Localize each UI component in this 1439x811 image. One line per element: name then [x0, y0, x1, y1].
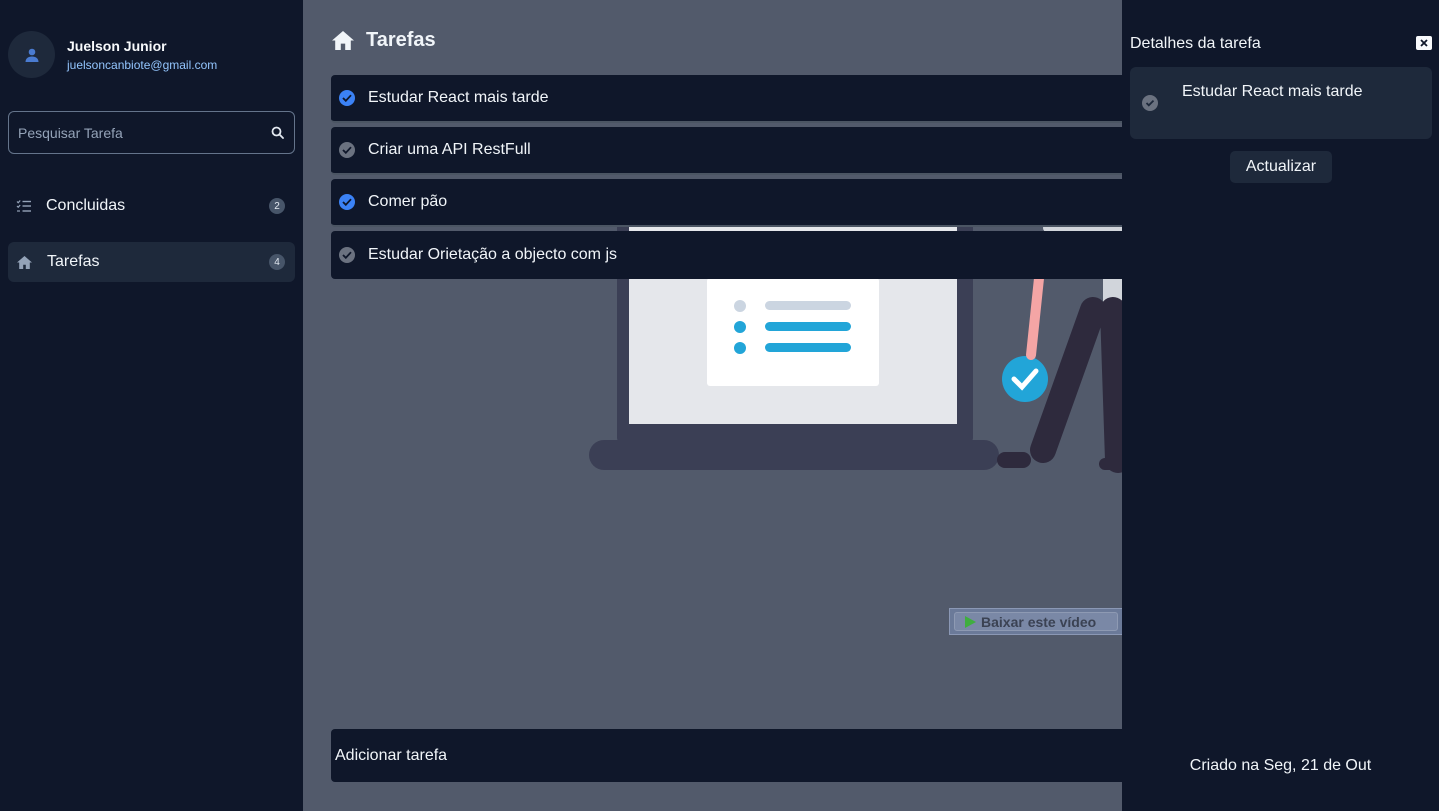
- created-date: Criado na Seg, 21 de Out: [1189, 757, 1372, 774]
- details-title: Detalhes da tarefa: [1130, 35, 1261, 52]
- sidebar-item-tarefas[interactable]: Tarefas 4: [8, 242, 295, 282]
- add-task-input[interactable]: [335, 746, 1122, 765]
- app: Juelson Junior juelsoncanbiote@gmail.com…: [0, 0, 1439, 811]
- close-icon: [1420, 39, 1428, 47]
- task-detail-card: Estudar React mais tarde: [1130, 67, 1432, 139]
- count-badge: 4: [269, 254, 285, 270]
- search-icon[interactable]: [271, 126, 284, 139]
- user-icon: [25, 48, 38, 62]
- task-label: Criar uma API RestFull: [368, 141, 531, 158]
- avatar[interactable]: [8, 31, 55, 78]
- sidebar-item-label: Tarefas: [47, 253, 100, 270]
- home-icon: [17, 255, 32, 269]
- count-badge: 2: [269, 198, 285, 214]
- profile-text: Juelson Junior juelsoncanbiote@gmail.com: [67, 38, 217, 72]
- main-content: Tarefas Estudar React mais tarde Criar u…: [303, 0, 1122, 811]
- task-item[interactable]: Estudar Orietação a objecto com js: [331, 231, 1122, 279]
- task-item[interactable]: Comer pão: [331, 179, 1122, 227]
- task-label: Estudar Orietação a objecto com js: [368, 246, 618, 263]
- check-circle-icon[interactable]: [339, 90, 355, 106]
- search-box: [8, 111, 295, 154]
- sidebar-item-concluidas[interactable]: Concluidas 2: [8, 186, 295, 226]
- page-header: Tarefas: [331, 29, 436, 52]
- task-label: Estudar React mais tarde: [368, 89, 549, 106]
- close-button[interactable]: [1416, 36, 1432, 50]
- task-item[interactable]: Criar uma API RestFull: [331, 127, 1122, 175]
- check-circle-icon[interactable]: [1142, 95, 1158, 116]
- download-video-bar: Baixar este vídeo ? X: [949, 608, 1122, 635]
- checklist-icon: [16, 200, 31, 212]
- search-input[interactable]: [18, 124, 271, 141]
- download-video-button[interactable]: Baixar este vídeo: [954, 612, 1118, 631]
- sidebar: Juelson Junior juelsoncanbiote@gmail.com…: [0, 0, 303, 811]
- update-button[interactable]: Actualizar: [1230, 151, 1332, 183]
- detail-task-title[interactable]: Estudar React mais tarde: [1182, 83, 1363, 101]
- home-icon: [332, 31, 354, 50]
- sidebar-item-label: Concluidas: [46, 197, 126, 214]
- task-details-panel: Detalhes da tarefa Estudar React mais ta…: [1122, 0, 1439, 811]
- user-name: Juelson Junior: [67, 37, 167, 54]
- user-profile: Juelson Junior juelsoncanbiote@gmail.com: [8, 31, 217, 78]
- add-task-bar: [331, 729, 1122, 782]
- check-circle-icon[interactable]: [339, 194, 355, 210]
- download-video-label: Baixar este vídeo: [981, 613, 1097, 630]
- user-email: juelsoncanbiote@gmail.com: [67, 57, 218, 72]
- page-title: Tarefas: [366, 29, 436, 51]
- task-label: Comer pão: [368, 193, 448, 210]
- task-item[interactable]: Estudar React mais tarde: [331, 75, 1122, 123]
- play-icon: [965, 615, 976, 628]
- check-circle-icon[interactable]: [339, 142, 355, 158]
- check-circle-icon[interactable]: [339, 247, 355, 263]
